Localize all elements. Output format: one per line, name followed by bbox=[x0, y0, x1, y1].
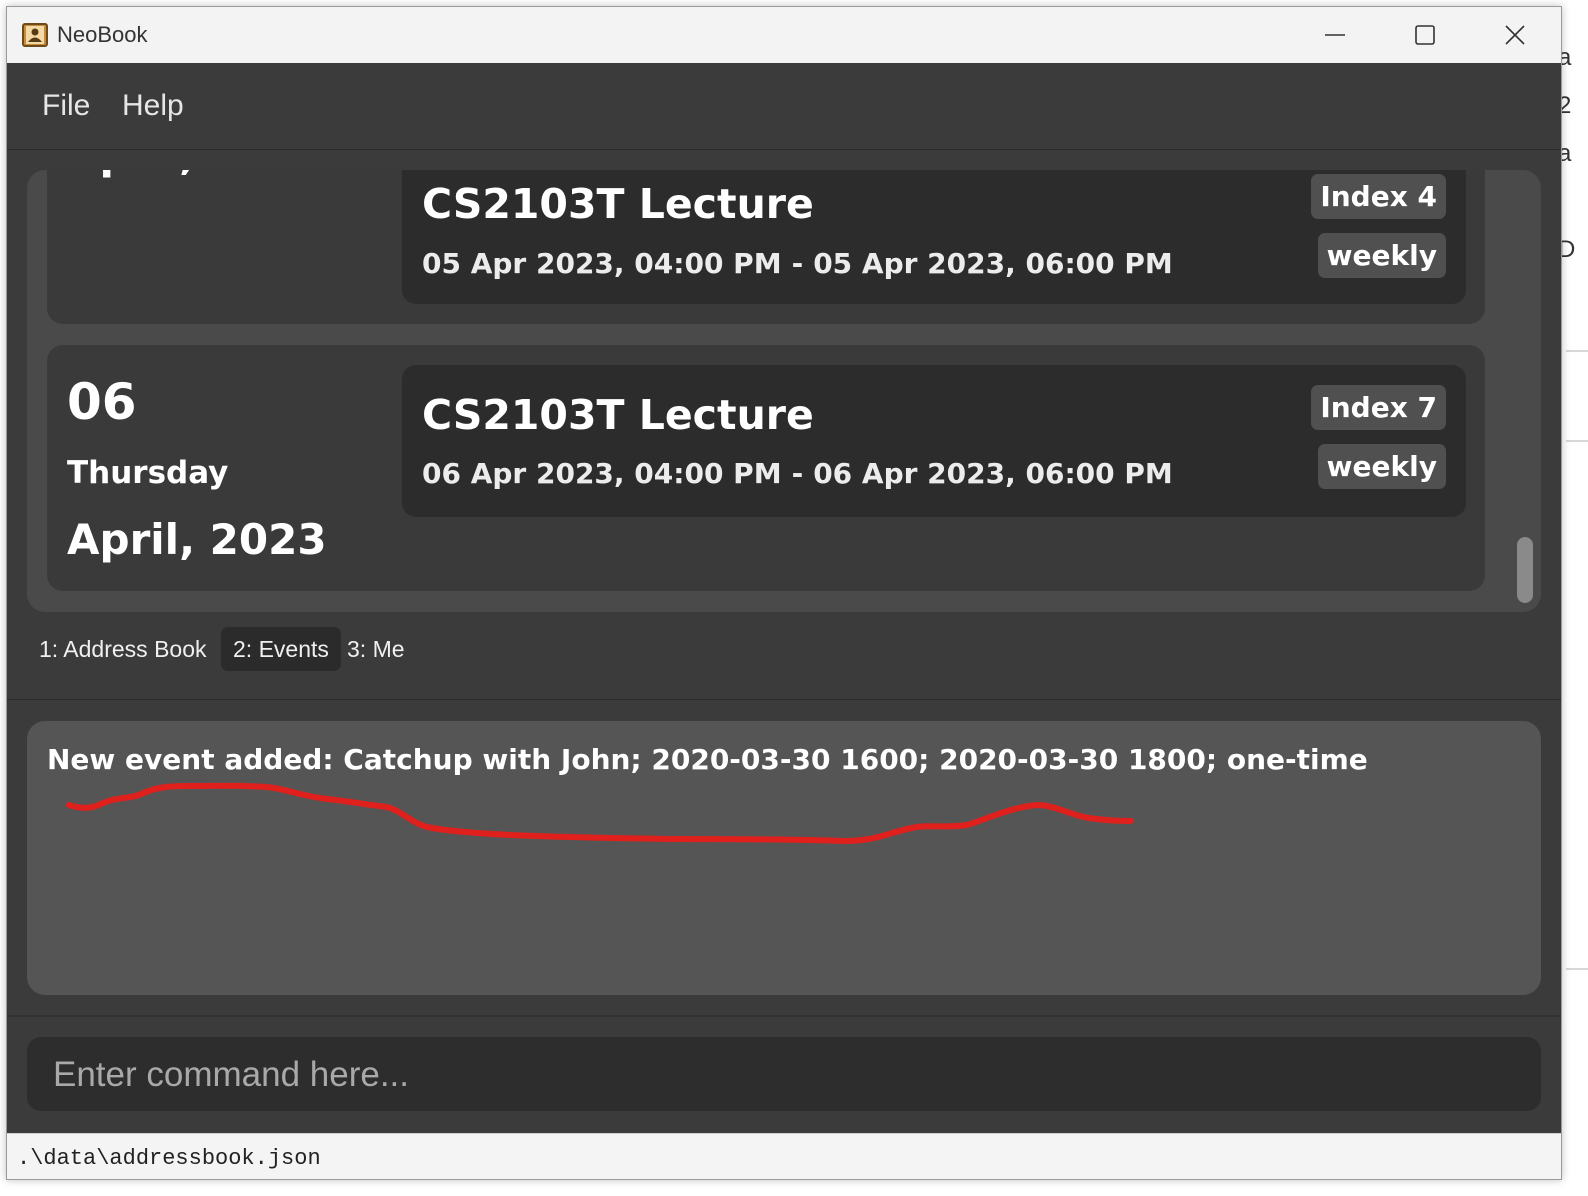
background-window-line bbox=[1566, 350, 1588, 352]
divider bbox=[7, 1015, 1561, 1017]
event-recurrence-badge: weekly bbox=[1317, 444, 1446, 489]
event-list-panel[interactable]: April, 2023 CS2103T Lecture 05 Apr 2023,… bbox=[27, 170, 1541, 612]
app-window: NeoBook File Help April, 2023 CS2103T Le… bbox=[6, 6, 1562, 1180]
event-time-range: 06 Apr 2023, 04:00 PM -06 Apr 2023, 06:00… bbox=[422, 457, 1173, 490]
title-bar: NeoBook bbox=[7, 7, 1561, 63]
event-recurrence-badge: weekly bbox=[1317, 233, 1446, 278]
tab-me[interactable]: 3: Me bbox=[335, 627, 417, 671]
event-time-separator: - bbox=[791, 457, 804, 490]
minimize-icon bbox=[1325, 34, 1345, 36]
background-window-line bbox=[1566, 968, 1588, 970]
event-end: 06 Apr 2023, 06:00 PM bbox=[813, 457, 1173, 490]
command-box bbox=[27, 1037, 1541, 1111]
divider bbox=[7, 699, 1561, 700]
event-title: CS2103T Lecture bbox=[422, 391, 814, 439]
event-item[interactable]: CS2103T Lecture 05 Apr 2023, 04:00 PM -05… bbox=[402, 170, 1466, 304]
event-month-year: April, 2023 bbox=[67, 170, 327, 179]
minimize-button[interactable] bbox=[1289, 7, 1379, 63]
menu-file[interactable]: File bbox=[42, 89, 90, 123]
event-end: 05 Apr 2023, 06:00 PM bbox=[813, 247, 1173, 280]
tab-address-book[interactable]: 1: Address Book bbox=[27, 627, 219, 671]
maximize-button[interactable] bbox=[1379, 7, 1469, 63]
event-month-year: April, 2023 bbox=[67, 515, 327, 564]
event-index-badge: Index 7 bbox=[1311, 385, 1446, 430]
close-button[interactable] bbox=[1469, 7, 1559, 63]
event-item[interactable]: CS2103T Lecture 06 Apr 2023, 04:00 PM -06… bbox=[402, 365, 1466, 517]
menu-help[interactable]: Help bbox=[122, 89, 184, 123]
event-date-card[interactable]: April, 2023 CS2103T Lecture 05 Apr 2023,… bbox=[47, 170, 1485, 324]
event-start: 05 Apr 2023, 04:00 PM bbox=[422, 247, 782, 280]
status-file-path: .\data\addressbook.json bbox=[17, 1146, 321, 1171]
contact-book-icon bbox=[22, 23, 48, 47]
event-index-badge: Index 4 bbox=[1311, 174, 1446, 219]
event-date-card[interactable]: 06 Thursday April, 2023 CS2103T Lecture … bbox=[47, 345, 1485, 591]
tab-events[interactable]: 2: Events bbox=[221, 627, 341, 671]
command-input[interactable] bbox=[51, 1047, 1515, 1103]
result-display: New event added: Catchup with John; 2020… bbox=[27, 721, 1541, 995]
close-icon bbox=[1505, 25, 1525, 45]
status-bar: .\data\addressbook.json bbox=[7, 1133, 1561, 1179]
event-day-number: 06 bbox=[67, 373, 137, 431]
event-weekday: Thursday bbox=[67, 455, 229, 491]
event-time-range: 05 Apr 2023, 04:00 PM -05 Apr 2023, 06:00… bbox=[422, 247, 1173, 280]
red-underline-annotation bbox=[66, 782, 1134, 844]
event-time-separator: - bbox=[791, 247, 804, 280]
maximize-icon bbox=[1415, 25, 1435, 45]
event-start: 06 Apr 2023, 04:00 PM bbox=[422, 457, 782, 490]
window-title: NeoBook bbox=[57, 22, 148, 47]
menu-bar: File Help bbox=[7, 63, 1561, 150]
background-window-line bbox=[1566, 440, 1588, 442]
event-title: CS2103T Lecture bbox=[422, 180, 814, 228]
scrollbar-thumb[interactable] bbox=[1517, 537, 1533, 603]
